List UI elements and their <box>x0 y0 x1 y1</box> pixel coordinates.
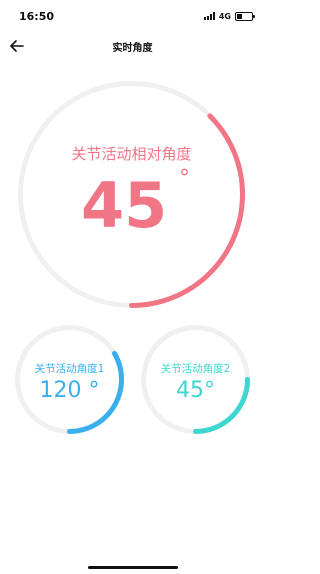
main-gauge-label: 关节活动相对角度 <box>71 145 192 163</box>
gauge-1-label: 关节活动角度1 <box>34 363 105 375</box>
nav-bar: 实时角度 <box>0 30 265 62</box>
signal-icon <box>203 12 215 20</box>
page-title: 实时角度 <box>112 43 153 54</box>
status-bar: 16:50 4G <box>0 0 265 30</box>
angle-gauge-2: 关节活动角度2 45° <box>141 325 250 434</box>
battery-icon <box>235 11 255 21</box>
gauge-1-value: 120 ° <box>39 378 100 403</box>
main-angle-gauge: 关节活动相对角度 45 ° <box>17 80 246 309</box>
gauge-2-unit: ° <box>204 378 215 403</box>
angle-gauge-1: 关节活动角度1 120 ° <box>15 325 124 434</box>
status-icons: 4G <box>203 11 255 21</box>
status-time: 16:50 <box>19 10 55 23</box>
gauge-2-value: 45° <box>176 378 215 403</box>
gauge-2-label: 关节活动角度2 <box>160 363 231 375</box>
battery-level <box>237 13 242 19</box>
main-gauge-value: 45 <box>81 169 168 242</box>
main-gauge-unit: ° <box>179 166 190 191</box>
home-indicator <box>88 566 178 569</box>
network-label: 4G <box>218 11 231 21</box>
gauge-1-unit: ° <box>88 378 100 403</box>
